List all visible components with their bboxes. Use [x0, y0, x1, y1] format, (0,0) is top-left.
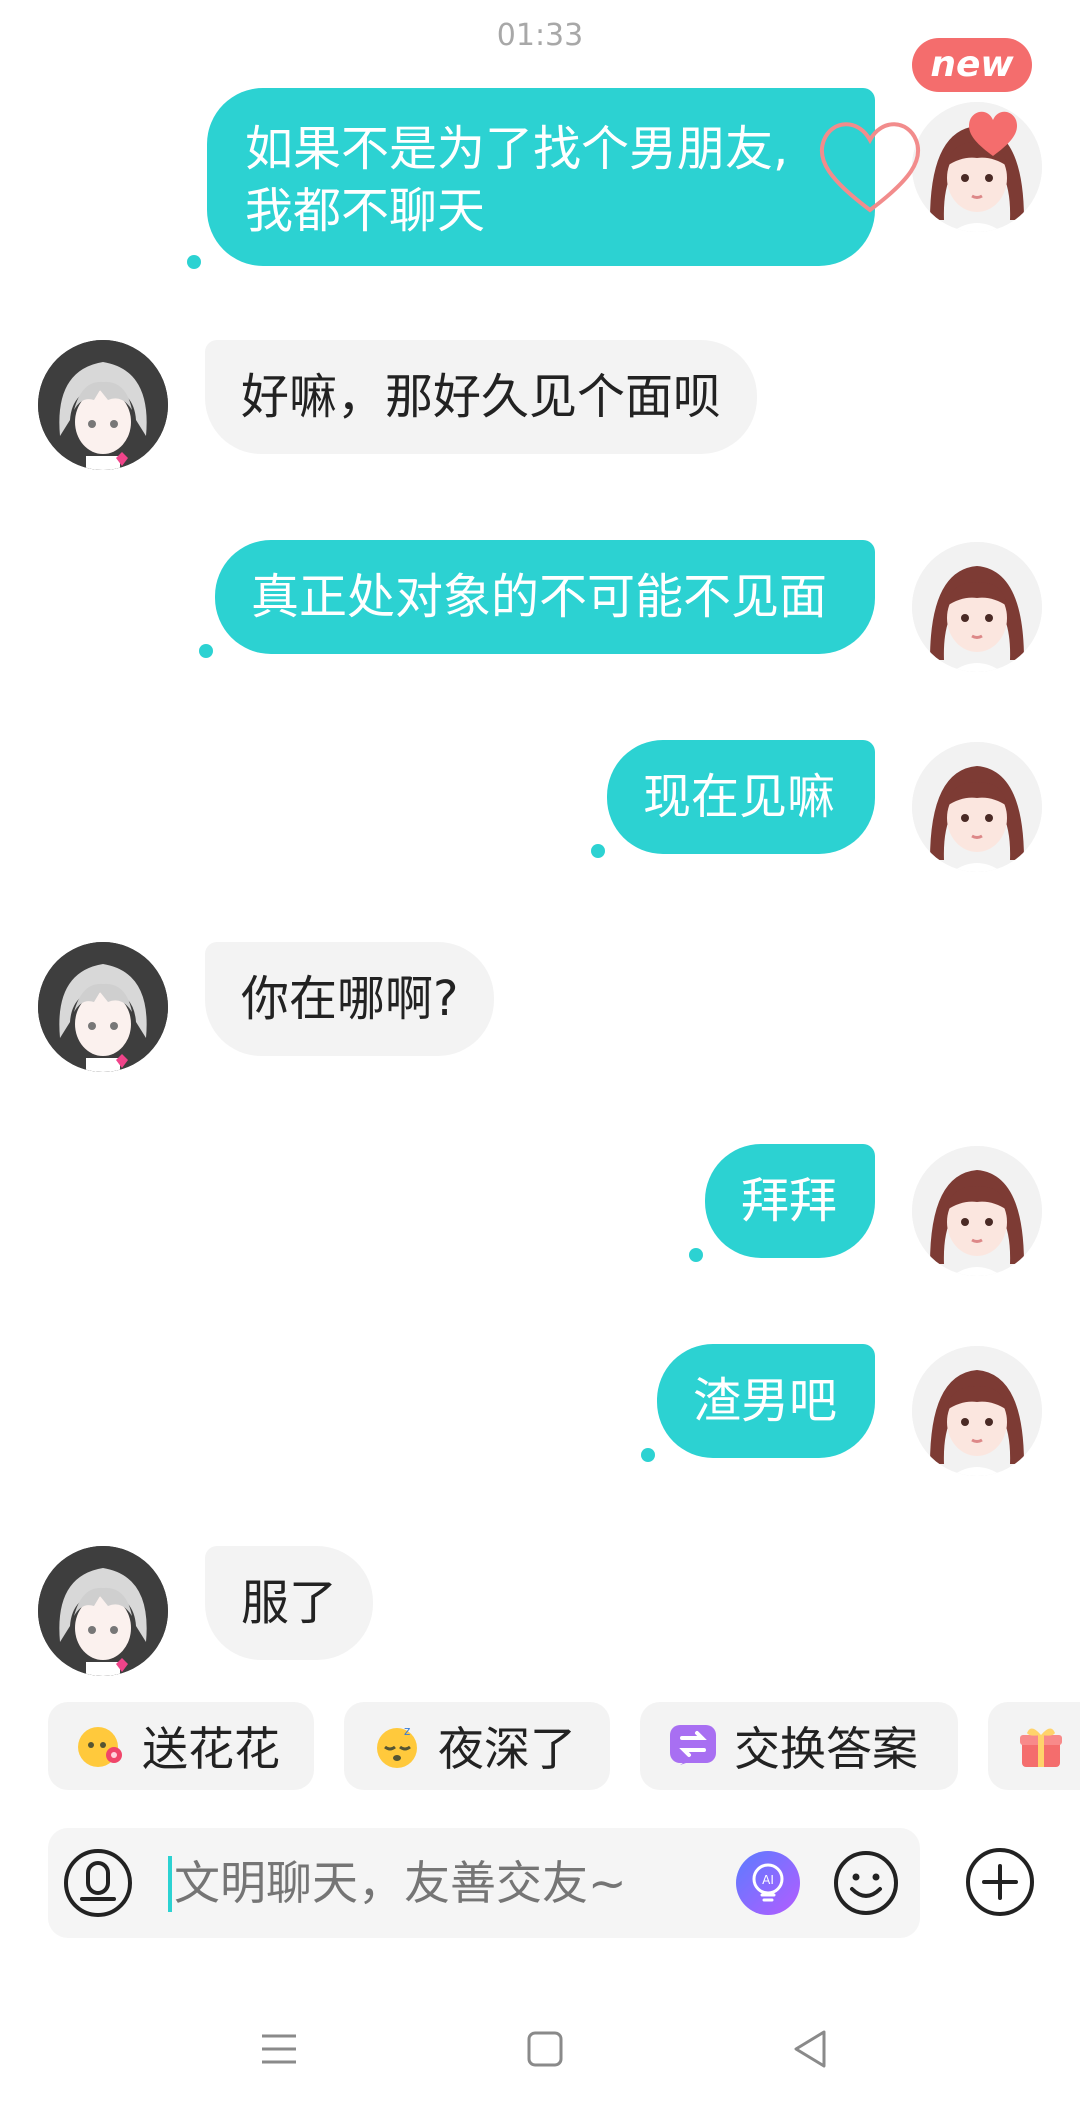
quick-reply-row: 送花花 z 夜深了 交换答案: [0, 1702, 1080, 1792]
contact-avatar[interactable]: [38, 340, 168, 470]
back-icon[interactable]: [786, 2024, 836, 2074]
bubble-tail-dot: [187, 255, 201, 269]
message-outgoing: 拜拜: [0, 1144, 1080, 1284]
message-text-line: 我都不聊天: [245, 183, 486, 239]
quick-reply-label: 夜深了: [438, 1722, 576, 1776]
flower-emoji-icon: [78, 1727, 122, 1767]
new-badge: new: [912, 38, 1032, 92]
user-avatar[interactable]: [912, 742, 1042, 872]
message-bubble[interactable]: 服了: [205, 1546, 374, 1660]
sleepy-emoji-icon: z: [377, 1724, 417, 1768]
menu-icon[interactable]: [254, 2024, 304, 2074]
heart-filled-icon: [968, 111, 1018, 156]
mic-icon[interactable]: [62, 1847, 134, 1919]
bubble-tail-dot: [591, 844, 605, 858]
message-bubble[interactable]: 真正处对象的不可能不见面: [215, 540, 875, 654]
message-outgoing: 真正处对象的不可能不见面: [0, 540, 1080, 680]
user-avatar[interactable]: [912, 1346, 1042, 1476]
message-incoming: 好嘛，那好久见个面呗: [0, 340, 1080, 470]
smile-icon[interactable]: [832, 1849, 900, 1917]
svg-text:AI: AI: [762, 1873, 774, 1887]
plus-icon[interactable]: [964, 1846, 1036, 1918]
contact-avatar[interactable]: [38, 1546, 168, 1676]
gift-icon: [1020, 1728, 1062, 1767]
contact-avatar[interactable]: [38, 942, 168, 1072]
heart-outline-icon: [819, 122, 921, 213]
quick-reply-chip[interactable]: 送花花: [48, 1702, 314, 1790]
quick-reply-chip[interactable]: z 夜深了: [344, 1702, 610, 1790]
message-bubble[interactable]: 现在见嘛: [607, 740, 875, 854]
message-bubble[interactable]: 好嘛，那好久见个面呗: [205, 340, 758, 454]
svg-text:z: z: [404, 1724, 410, 1738]
bubble-tail-dot: [689, 1248, 703, 1262]
quick-reply-chip[interactable]: 交换答案: [640, 1702, 958, 1790]
message-incoming: 你在哪啊?: [0, 942, 1080, 1072]
message-text-line: 如果不是为了找个男朋友,: [245, 121, 789, 177]
message-bubble[interactable]: 你在哪啊?: [205, 942, 495, 1056]
exchange-icon: [670, 1725, 716, 1765]
message-input[interactable]: [174, 1828, 694, 1938]
message-outgoing: 渣男吧: [0, 1344, 1080, 1484]
message-incoming: 服了: [0, 1546, 1080, 1676]
quick-reply-chip[interactable]: [988, 1702, 1080, 1790]
quick-reply-label: 交换答案: [734, 1722, 918, 1776]
ai-bulb-icon[interactable]: AI: [734, 1849, 802, 1917]
quick-reply-label: 送花花: [142, 1722, 280, 1776]
user-avatar[interactable]: [912, 1146, 1042, 1276]
message-composer: AI: [48, 1828, 920, 1938]
system-navigation-bar: [0, 2010, 1080, 2090]
home-icon[interactable]: [520, 2024, 570, 2074]
bubble-tail-dot: [199, 644, 213, 658]
message-bubble[interactable]: 拜拜: [705, 1144, 875, 1258]
message-outgoing: 现在见嘛: [0, 740, 1080, 880]
message-outgoing: 如果不是为了找个男朋友, 我都不聊天: [0, 88, 1080, 278]
text-cursor: [168, 1856, 172, 1912]
bubble-tail-dot: [641, 1448, 655, 1462]
user-avatar[interactable]: [912, 542, 1042, 672]
message-bubble[interactable]: 渣男吧: [657, 1344, 875, 1458]
message-bubble[interactable]: 如果不是为了找个男朋友, 我都不聊天: [207, 88, 875, 266]
